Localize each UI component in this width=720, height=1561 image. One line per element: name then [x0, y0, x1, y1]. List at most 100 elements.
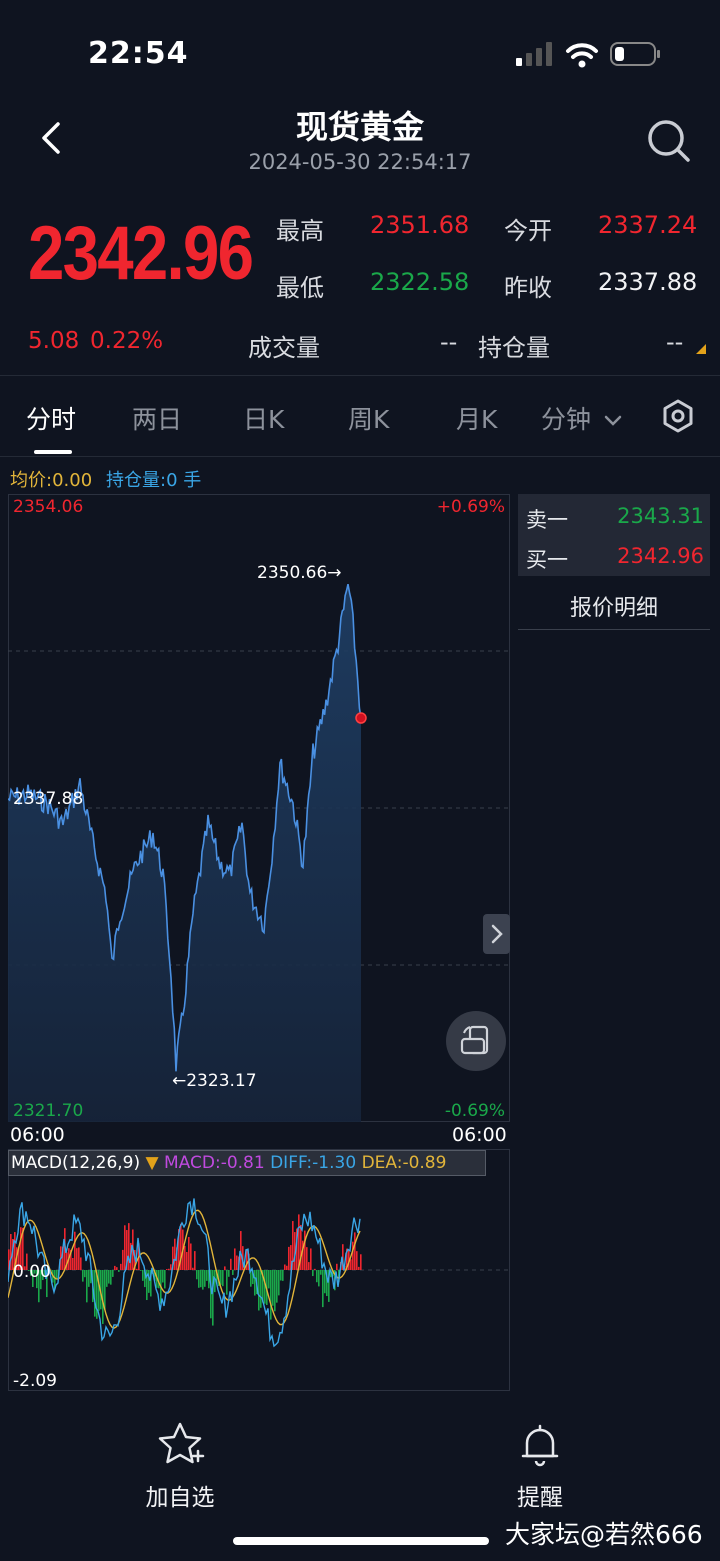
- add-favorite-button[interactable]: 加自选: [130, 1420, 230, 1515]
- macd-bar: [232, 1270, 234, 1275]
- y-min-label: 2321.70: [13, 1101, 83, 1121]
- macd-bar: [280, 1270, 282, 1281]
- macd-bar: [356, 1251, 358, 1270]
- search-button[interactable]: [640, 112, 696, 168]
- macd-bar: [136, 1268, 138, 1270]
- macd-bar: [220, 1270, 222, 1285]
- macd-min-label: -2.09: [13, 1371, 57, 1391]
- tab-daily-k[interactable]: 日K: [243, 400, 284, 436]
- chart-settings-button[interactable]: [660, 398, 696, 434]
- macd-bar: [240, 1231, 242, 1270]
- home-indicator[interactable]: [233, 1537, 489, 1545]
- macd-legend: MACD(12,26,9) ▼ MACD:-0.81 DIFF:-1.30 DE…: [8, 1150, 486, 1176]
- time-start-label: 06:00: [10, 1124, 65, 1146]
- tab-two-day[interactable]: 两日: [132, 400, 182, 436]
- macd-bar: [276, 1270, 278, 1303]
- macd-bar: [320, 1270, 322, 1275]
- macd-bar: [312, 1270, 314, 1277]
- battery-icon: [610, 42, 660, 66]
- price-change-pct: 0.22%: [90, 328, 164, 354]
- macd-bar: [316, 1270, 318, 1283]
- rotate-landscape-button[interactable]: [446, 1011, 506, 1071]
- tab-minute[interactable]: 分钟: [541, 400, 623, 436]
- price-change: 5.08: [28, 328, 80, 354]
- divider: [518, 629, 710, 630]
- macd-bar: [236, 1255, 238, 1270]
- high-annotation: 2350.66→: [257, 563, 342, 583]
- macd-bar: [98, 1270, 100, 1311]
- divider: [0, 456, 720, 457]
- chevron-right-icon: [491, 924, 503, 944]
- low-annotation: ←2323.17: [172, 1071, 257, 1091]
- star-plus-icon: [158, 1422, 205, 1464]
- macd-bar: [318, 1270, 320, 1287]
- ask-label: 卖一: [526, 508, 568, 532]
- macd-zero-label: 0.00: [13, 1262, 51, 1282]
- macd-bar: [76, 1248, 78, 1270]
- macd-bar: [122, 1249, 124, 1270]
- time-end-label: 06:00: [452, 1124, 507, 1146]
- macd-bar: [324, 1270, 326, 1294]
- macd-bar: [164, 1270, 166, 1289]
- macd-bar: [304, 1230, 306, 1270]
- open-interest-value: --: [666, 328, 684, 356]
- last-price-dot: [355, 712, 367, 724]
- macd-bar: [258, 1270, 260, 1311]
- macd-bar: [82, 1270, 84, 1282]
- expand-panel-button[interactable]: [483, 914, 510, 954]
- tab-minute-label: 分钟: [541, 405, 592, 434]
- macd-bar: [72, 1258, 74, 1270]
- macd-bar: [78, 1247, 80, 1270]
- macd-bar: [284, 1264, 286, 1270]
- macd-bar: [306, 1247, 308, 1270]
- macd-bar: [114, 1265, 116, 1270]
- prev-close-line-label: 2337.88: [13, 789, 83, 809]
- macd-bar: [198, 1270, 200, 1288]
- macd-bar: [168, 1268, 170, 1270]
- macd-bar: [166, 1269, 168, 1270]
- macd-bar: [234, 1248, 236, 1270]
- macd-bar: [192, 1267, 194, 1270]
- macd-bar: [84, 1270, 86, 1278]
- tab-intraday[interactable]: 分时: [26, 400, 76, 436]
- low-value: 2322.58: [370, 268, 470, 296]
- macd-bar: [190, 1243, 192, 1270]
- last-price: 2342.96: [28, 211, 254, 296]
- macd-title: MACD(12,26,9): [11, 1153, 141, 1173]
- bid-price: 2342.96: [617, 544, 704, 568]
- macd-bar: [174, 1238, 176, 1270]
- wifi-icon: [566, 43, 598, 68]
- volume-value: --: [440, 328, 458, 356]
- macd-bar: [116, 1267, 118, 1270]
- macd-bar: [206, 1270, 208, 1281]
- tab-monthly-k[interactable]: 月K: [456, 400, 497, 436]
- macd-bar: [202, 1270, 204, 1290]
- tab-weekly-k[interactable]: 周K: [348, 400, 389, 436]
- price-alert-button[interactable]: 提醒: [490, 1420, 590, 1515]
- prev-close-value: 2337.88: [598, 268, 698, 296]
- macd-bar: [204, 1270, 206, 1287]
- macd-bar: [336, 1263, 338, 1270]
- macd-bar: [268, 1270, 270, 1289]
- watermark: 大家坛@若然666: [505, 1520, 703, 1549]
- corner-triangle-icon: [696, 344, 706, 354]
- pct-min-label: -0.69%: [445, 1101, 505, 1121]
- macd-bar: [360, 1254, 362, 1270]
- macd-bar: [310, 1248, 312, 1270]
- macd-bar: [142, 1270, 144, 1281]
- macd-bar: [230, 1258, 232, 1270]
- macd-bar: [104, 1270, 106, 1310]
- quote-detail-link[interactable]: 报价明细: [518, 590, 710, 622]
- high-value: 2351.68: [370, 211, 470, 239]
- quote-datetime: 2024-05-30 22:54:17: [248, 150, 472, 174]
- gear-icon: [663, 399, 693, 433]
- macd-bar: [288, 1246, 290, 1270]
- diff-value: DIFF:-1.30: [270, 1153, 357, 1173]
- prev-close-label: 昨收: [504, 274, 552, 302]
- macd-bar: [188, 1237, 190, 1270]
- macd-chart[interactable]: 0.00 -2.09: [8, 1149, 510, 1391]
- intraday-chart[interactable]: 2354.06 +0.69% 2321.70 -0.69% 2337.88 23…: [8, 494, 510, 1122]
- macd-bar: [120, 1263, 122, 1270]
- macd-bar: [196, 1270, 198, 1280]
- volume-label: 成交量: [248, 334, 320, 362]
